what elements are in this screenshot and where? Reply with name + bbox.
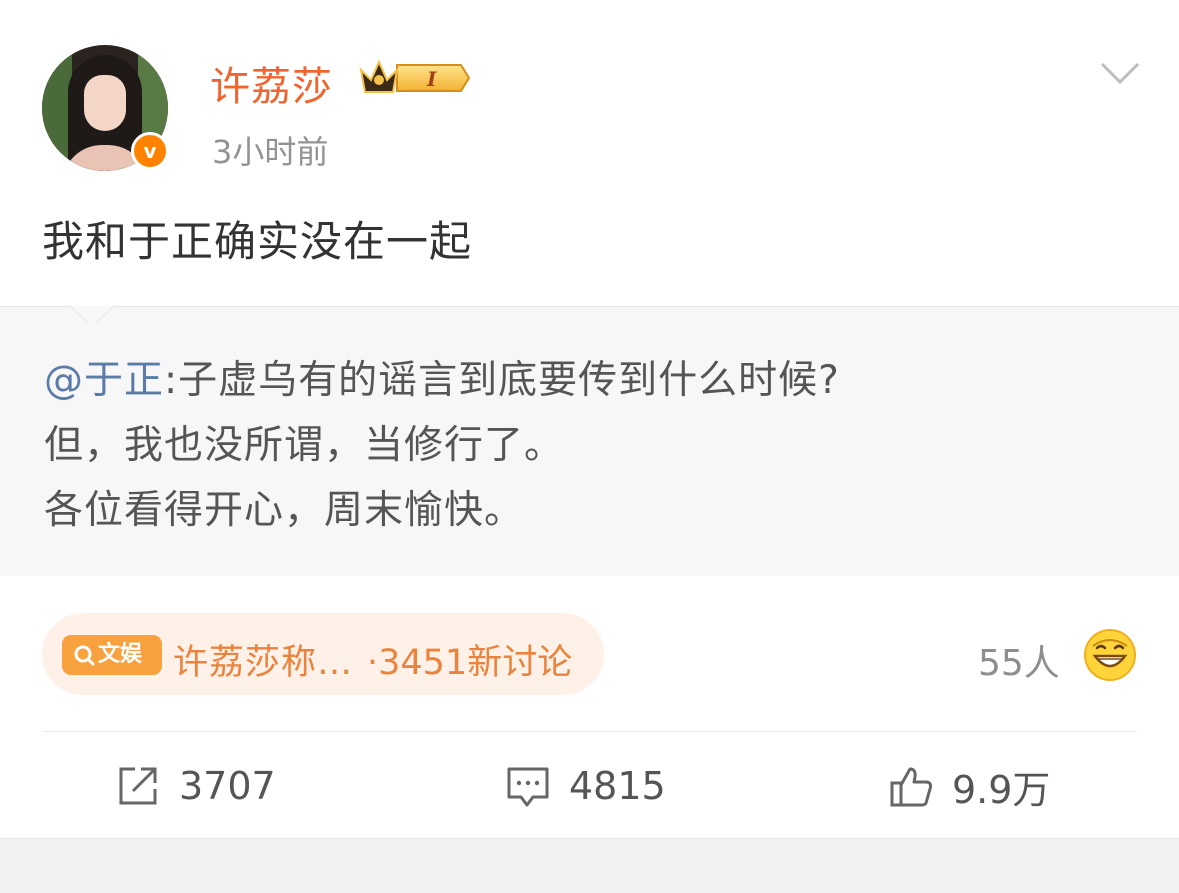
repost-line-2: 但，我也没所谓，当修行了。	[44, 423, 565, 468]
footer-separator	[0, 838, 1179, 893]
grinning-sweat-icon[interactable]	[1083, 628, 1137, 682]
topic-discussion-count: ·3451新讨论	[367, 643, 573, 683]
post-time: 3小时前	[212, 133, 329, 171]
repost-line-3: 各位看得开心，周末愉快。	[44, 488, 525, 533]
repost-line-1: @于正:子虚乌有的谣言到底要传到什么时候?	[44, 348, 840, 413]
mention-link[interactable]: @于正	[44, 358, 164, 403]
comment-count: 4815	[569, 764, 666, 808]
divider	[42, 731, 1137, 732]
chevron-down-icon[interactable]	[1098, 58, 1142, 88]
thumbs-up-icon	[890, 767, 933, 807]
repost-notch	[70, 291, 114, 323]
repost-line-1-text: :子虚乌有的谣言到底要传到什么时候?	[164, 358, 840, 403]
like-button[interactable]: 9.9万	[888, 760, 1050, 812]
search-icon	[74, 645, 95, 666]
share-button[interactable]: 3707	[115, 760, 276, 812]
post-header: v 许荔莎 I 3小时前	[0, 0, 1179, 190]
topic-tag-label: 文娱	[98, 642, 143, 667]
repost-text: @于正:子虚乌有的谣言到底要传到什么时候? 但，我也没所谓，当修行了。 各位看得…	[44, 348, 840, 543]
vip-level: I	[426, 67, 437, 91]
like-count: 9.9万	[952, 767, 1051, 812]
author-name[interactable]: 许荔莎	[210, 54, 333, 112]
topic-title: 许荔莎称…	[173, 643, 354, 683]
share-count: 3707	[179, 764, 276, 808]
share-icon	[119, 767, 157, 805]
avatar-face	[84, 75, 126, 131]
reaction-people-count[interactable]: 55人	[978, 634, 1060, 686]
post-text: 我和于正确实没在一起	[42, 217, 473, 266]
verified-badge-icon: v	[131, 132, 169, 170]
comment-icon	[507, 767, 549, 807]
topic-tag: 文娱	[62, 635, 162, 675]
comment-button[interactable]: 4815	[505, 760, 666, 812]
vip-crown-badge-icon[interactable]: I	[357, 56, 473, 100]
